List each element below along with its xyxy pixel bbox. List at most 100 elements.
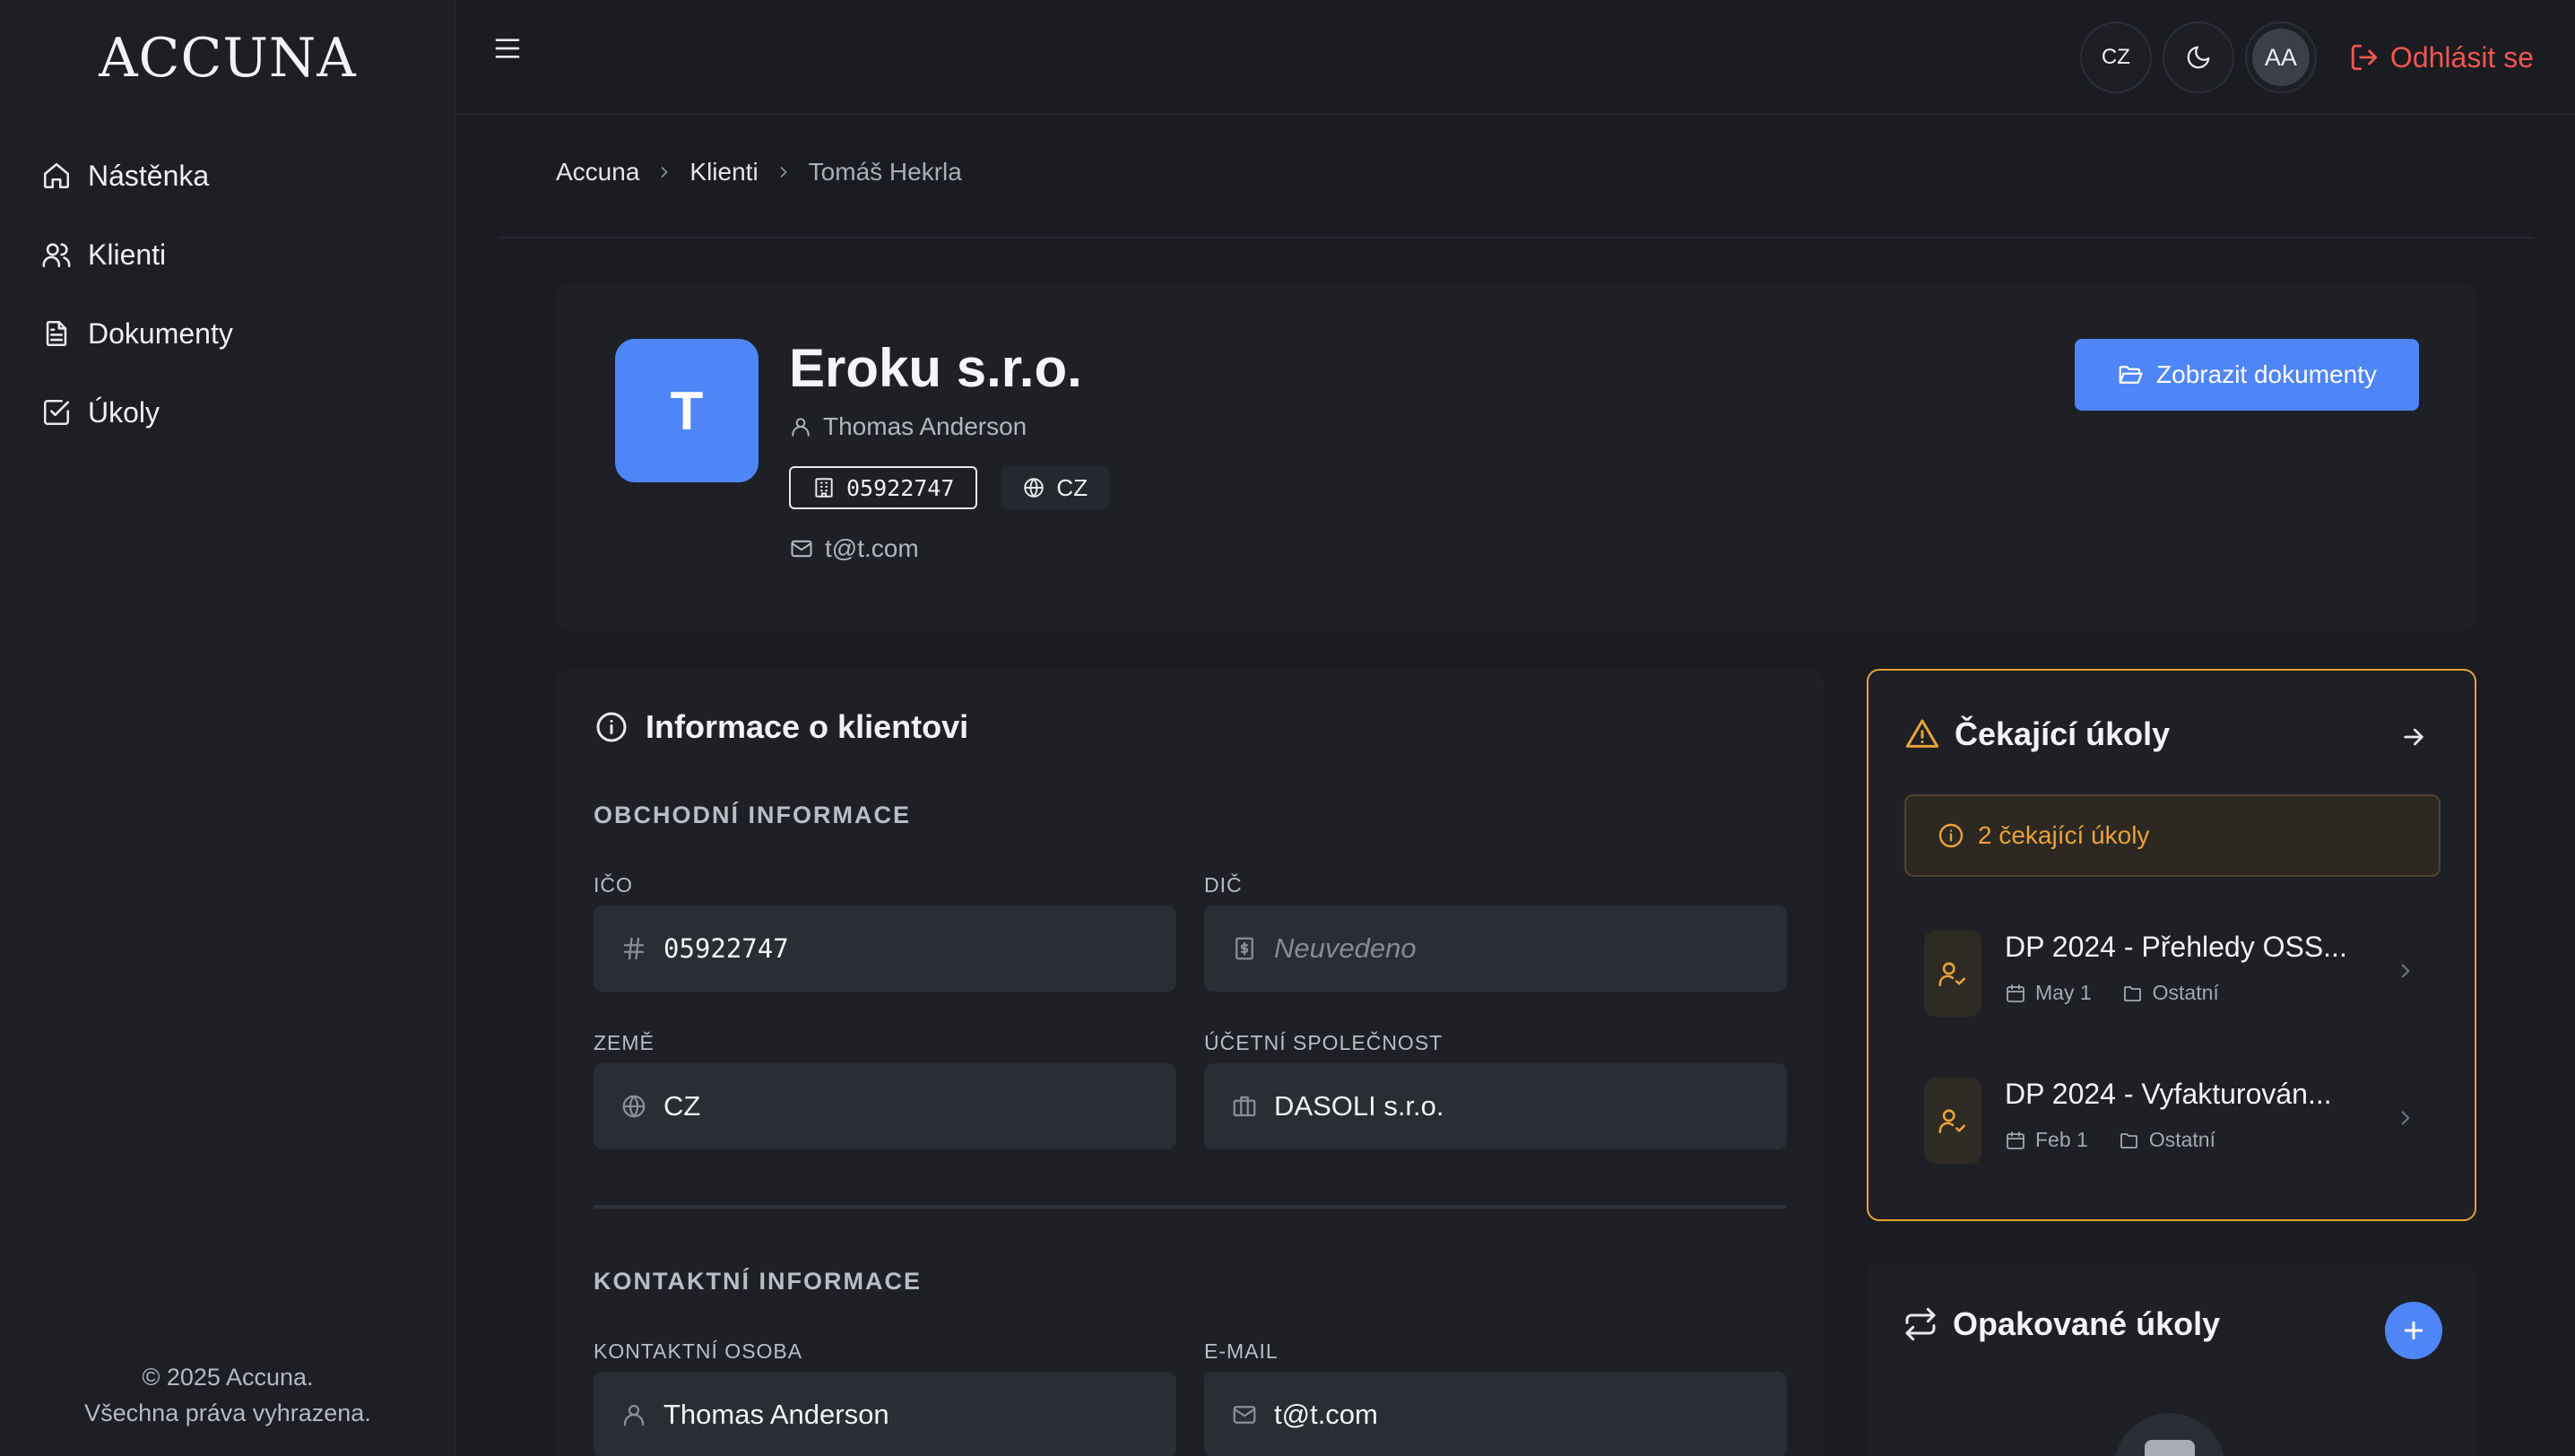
sidebar-nav: Nástěnka Klienti Dokumenty Úkoly [36,136,430,452]
briefcase-icon [1233,1096,1256,1117]
email-value[interactable]: t@t.com [1274,1399,1378,1431]
sidebar-item-clients[interactable]: Klienti [36,215,430,294]
task-meta: May 1 Ostatní [2005,981,2219,1005]
accounting-company-value: DASOLI s.r.o. [1274,1090,1444,1122]
plus-icon [2404,1321,2423,1340]
ico-field: 05922747 [594,906,1176,992]
folder-open-icon [2119,366,2143,384]
warning-icon [1905,719,1939,748]
breadcrumb-item-home[interactable]: Accuna [556,158,639,186]
task-item[interactable]: DP 2024 - Vyfakturován... Feb 1 Ostatní [1924,1078,2426,1185]
copyright: © 2025 Accuna. Všechna práva vyhrazena. [0,1359,455,1431]
home-icon [43,162,70,189]
recurring-tasks-title: Opakované úkoly [1903,1305,2220,1343]
task-category: Ostatní [2152,981,2219,1004]
show-documents-button[interactable]: Zobrazit dokumenty [2075,339,2419,411]
breadcrumb-item-current: Tomáš Hekrla [808,158,962,186]
mail-icon [1233,1406,1256,1424]
dic-value: Neuvedeno [1274,932,1417,964]
ico-chip-value: 05922747 [846,474,955,501]
contact-person-label: KONTAKTNÍ OSOBA [594,1339,803,1363]
mail-icon [791,540,812,558]
accounting-company-label: ÚČETNÍ SPOLEČNOST [1204,1031,1444,1054]
task-title: DP 2024 - Vyfakturován... [2005,1078,2332,1110]
copyright-line: Všechna práva vyhrazena. [84,1400,371,1426]
users-icon [42,243,71,268]
user-icon [623,1404,645,1426]
client-avatar: T [615,339,759,482]
theme-toggle-button[interactable] [2162,22,2234,93]
sidebar: ACCUNA Nástěnka Klienti Dokumenty Úkoly … [0,0,455,1456]
info-icon [596,712,627,742]
empty-state-icon [2145,1440,2195,1456]
task-meta: Feb 1 Ostatní [2005,1128,2215,1152]
globe-icon [622,1095,646,1118]
sidebar-item-label: Klienti [88,238,167,271]
contact-person-name: Thomas Anderson [823,412,1027,440]
info-icon [1938,823,1964,848]
receipt-icon [1235,937,1253,960]
app-logo[interactable]: ACCUNA [0,27,455,90]
client-info-title: Informace o klientovi [594,708,968,746]
user-check-icon [1938,962,1966,987]
sidebar-item-label: Úkoly [88,395,160,429]
topbar: CZ AA Odhlásit se [457,0,2575,115]
client-info-card: Informace o klientovi OBCHODNÍ INFORMACE… [556,669,1824,1456]
ico-value: 05922747 [663,933,789,964]
ico-chip: 05922747 [789,466,978,509]
breadcrumb-item-clients[interactable]: Klienti [689,158,758,186]
checkbox-icon [43,399,70,426]
folder-icon [2120,1132,2137,1148]
building-icon [815,478,833,498]
logout-icon [2351,44,2378,71]
user-avatar-button[interactable]: AA [2244,22,2317,93]
accounting-company-field: DASOLI s.r.o. [1204,1063,1787,1149]
task-title: DP 2024 - Přehledy OSS... [2005,931,2347,963]
pending-tasks-title-text: Čekající úkoly [1955,715,2171,752]
divider [499,237,2534,238]
calendar-icon [2007,984,2024,1002]
document-icon [46,320,67,347]
copyright-line: © 2025 Accuna. [142,1364,314,1391]
client-email-value[interactable]: t@t.com [825,534,919,563]
repeat-icon [1905,1307,1936,1341]
avatar: AA [2251,29,2310,86]
recurring-tasks-card: Opakované úkoly [1867,1264,2476,1456]
email-label: E-MAIL [1204,1339,1279,1363]
chevron-right-icon [2401,1111,2410,1125]
client-header-card: T Eroku s.r.o. Thomas Anderson 05922747 … [556,283,2476,631]
show-documents-label: Zobrazit dokumenty [2156,360,2377,388]
client-chips: 05922747 CZ [789,466,1110,509]
user-check-icon [1938,1109,1966,1134]
sidebar-item-tasks[interactable]: Úkoly [36,373,430,452]
language-button[interactable]: CZ [2079,22,2152,93]
menu-icon[interactable] [493,34,522,63]
sidebar-item-documents[interactable]: Dokumenty [36,294,430,373]
pending-count-text: 2 čekající úkoly [1978,821,2150,849]
globe-icon [1024,478,1045,498]
task-item[interactable]: DP 2024 - Přehledy OSS... May 1 Ostatní [1924,931,2426,1038]
client-contact-person: Thomas Anderson [789,412,1027,441]
hash-icon [623,937,645,960]
ico-label: IČO [594,873,633,897]
moon-icon [2187,46,2210,69]
contact-person-field: Thomas Anderson [594,1372,1176,1456]
pending-tasks-title: Čekající úkoly [1904,715,2170,753]
chevron-right-icon [2401,964,2410,978]
folder-icon [2123,985,2141,1001]
chevron-right-icon [662,167,669,178]
add-recurring-task-button[interactable] [2385,1302,2442,1359]
task-date: May 1 [2035,981,2092,1004]
sidebar-item-dashboard[interactable]: Nástěnka [36,136,430,215]
task-icon [1924,931,1981,1017]
contact-person-value: Thomas Anderson [663,1399,889,1430]
sidebar-item-label: Nástěnka [88,159,210,192]
section-divider [594,1205,1786,1209]
logout-label: Odhlásit se [2389,40,2534,74]
arrow-right-icon[interactable] [2399,723,2428,751]
empty-state-illustration [2114,1413,2225,1456]
country-value: CZ [663,1090,701,1122]
logout-button[interactable]: Odhlásit se [2349,41,2534,74]
client-email: t@t.com [789,534,919,563]
calendar-icon [2007,1131,2024,1149]
